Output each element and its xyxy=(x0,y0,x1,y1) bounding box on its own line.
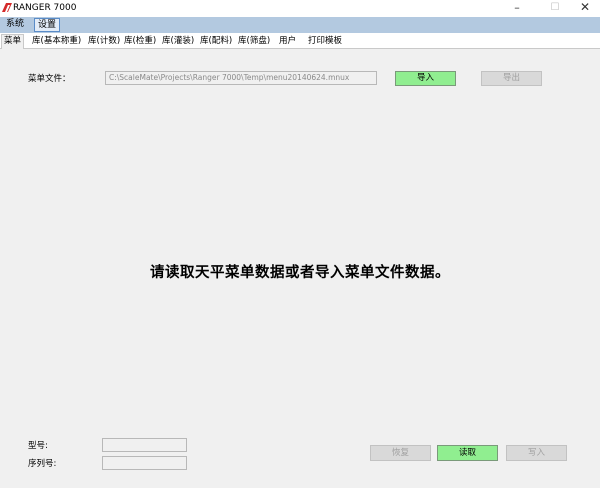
tab-menu[interactable]: 菜单 xyxy=(1,34,25,50)
minimize-button[interactable]: – xyxy=(500,0,534,17)
menu-tab-panel: 菜单文件： C:\ScaleMate\Projects\Ranger 7000\… xyxy=(0,49,600,488)
close-button[interactable]: ✕ xyxy=(568,0,600,17)
tab-users[interactable]: 用户 xyxy=(279,36,296,49)
menu-file-label: 菜单文件： xyxy=(28,74,71,84)
tab-library-sieving[interactable]: 库(筛盘) xyxy=(238,36,270,49)
menu-file-path-field[interactable]: C:\ScaleMate\Projects\Ranger 7000\Temp\m… xyxy=(105,71,377,85)
maximize-button[interactable]: ☐ xyxy=(538,0,572,17)
tab-strip: 菜单 库(基本称重) 库(计数) 库(检重) 库(灌装) 库(配料) 库(筛盘)… xyxy=(0,33,600,50)
window-title: RANGER 7000 xyxy=(13,3,77,13)
tab-library-checkweighing[interactable]: 库(检重) xyxy=(124,36,156,49)
export-button[interactable]: 导出 xyxy=(481,71,542,86)
serial-number-field[interactable] xyxy=(102,456,187,470)
title-bar: RANGER 7000 – ☐ ✕ xyxy=(0,0,600,17)
read-button[interactable]: 读取 xyxy=(437,445,498,461)
import-button[interactable]: 导入 xyxy=(395,71,456,86)
tab-library-counting[interactable]: 库(计数) xyxy=(88,36,120,49)
serial-number-label: 序列号: xyxy=(28,459,57,469)
menu-settings[interactable]: 设置 xyxy=(34,18,61,32)
tab-print-templates[interactable]: 打印模板 xyxy=(308,36,342,49)
menu-bar: 系统 设置 xyxy=(0,17,600,33)
tab-library-basic-weighing[interactable]: 库(基本称重) xyxy=(32,36,81,49)
model-field[interactable] xyxy=(102,438,187,452)
model-label: 型号: xyxy=(28,441,48,451)
tab-library-filling[interactable]: 库(灌装) xyxy=(162,36,194,49)
write-button[interactable]: 写入 xyxy=(506,445,567,461)
ohaus-logo-icon xyxy=(2,3,12,12)
reset-button[interactable]: 恢复 xyxy=(370,445,431,461)
menu-system[interactable]: 系统 xyxy=(3,18,27,32)
instruction-message: 请读取天平菜单数据或者导入菜单文件数据。 xyxy=(150,264,450,281)
tab-library-formulation[interactable]: 库(配料) xyxy=(200,36,232,49)
